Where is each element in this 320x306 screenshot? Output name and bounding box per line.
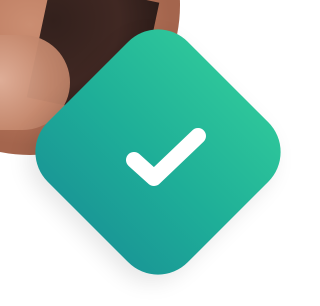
screen <box>0 0 308 306</box>
verification-badge <box>8 2 308 302</box>
rounded-diamond-shape <box>17 11 299 293</box>
